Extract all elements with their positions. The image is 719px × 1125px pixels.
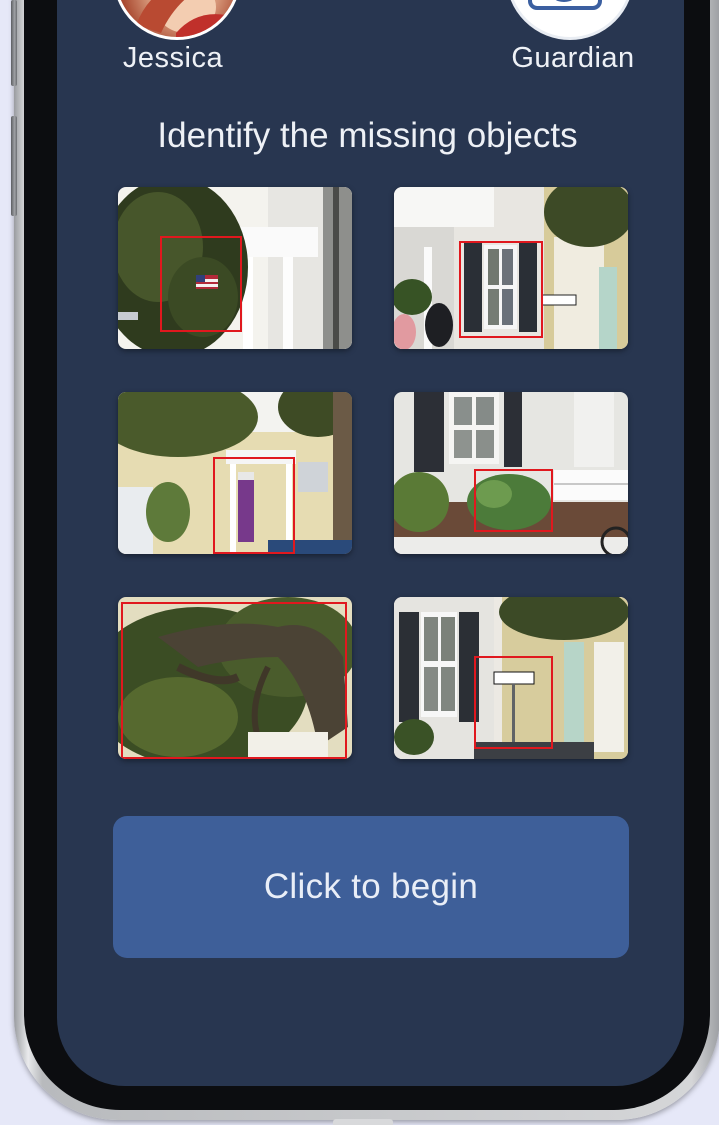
- photo-tile-door[interactable]: [118, 392, 352, 554]
- missing-object-highlight: [160, 236, 242, 332]
- player-name-guardian: Guardian: [511, 42, 635, 74]
- player-name-jessica: Jessica: [122, 42, 224, 74]
- page-title: Identify the missing objects: [157, 116, 578, 155]
- photo-tile-shrub[interactable]: [394, 392, 628, 554]
- phone-side-button: [11, 0, 17, 86]
- missing-object-highlight: [213, 457, 295, 554]
- missing-object-highlight: [121, 602, 347, 759]
- photo-tile-window[interactable]: [394, 187, 628, 349]
- phone-bottom-port: [333, 1119, 393, 1125]
- missing-object-highlight: [474, 656, 553, 749]
- begin-button[interactable]: Click to begin: [113, 816, 629, 958]
- missing-object-highlight: [459, 241, 543, 338]
- photo-tile-tree-flag[interactable]: [118, 187, 352, 349]
- missing-object-highlight: [474, 469, 553, 532]
- photo-tile-sign[interactable]: [394, 597, 628, 759]
- phone-volume-button: [11, 116, 17, 216]
- photo-tile-oak[interactable]: [118, 597, 352, 759]
